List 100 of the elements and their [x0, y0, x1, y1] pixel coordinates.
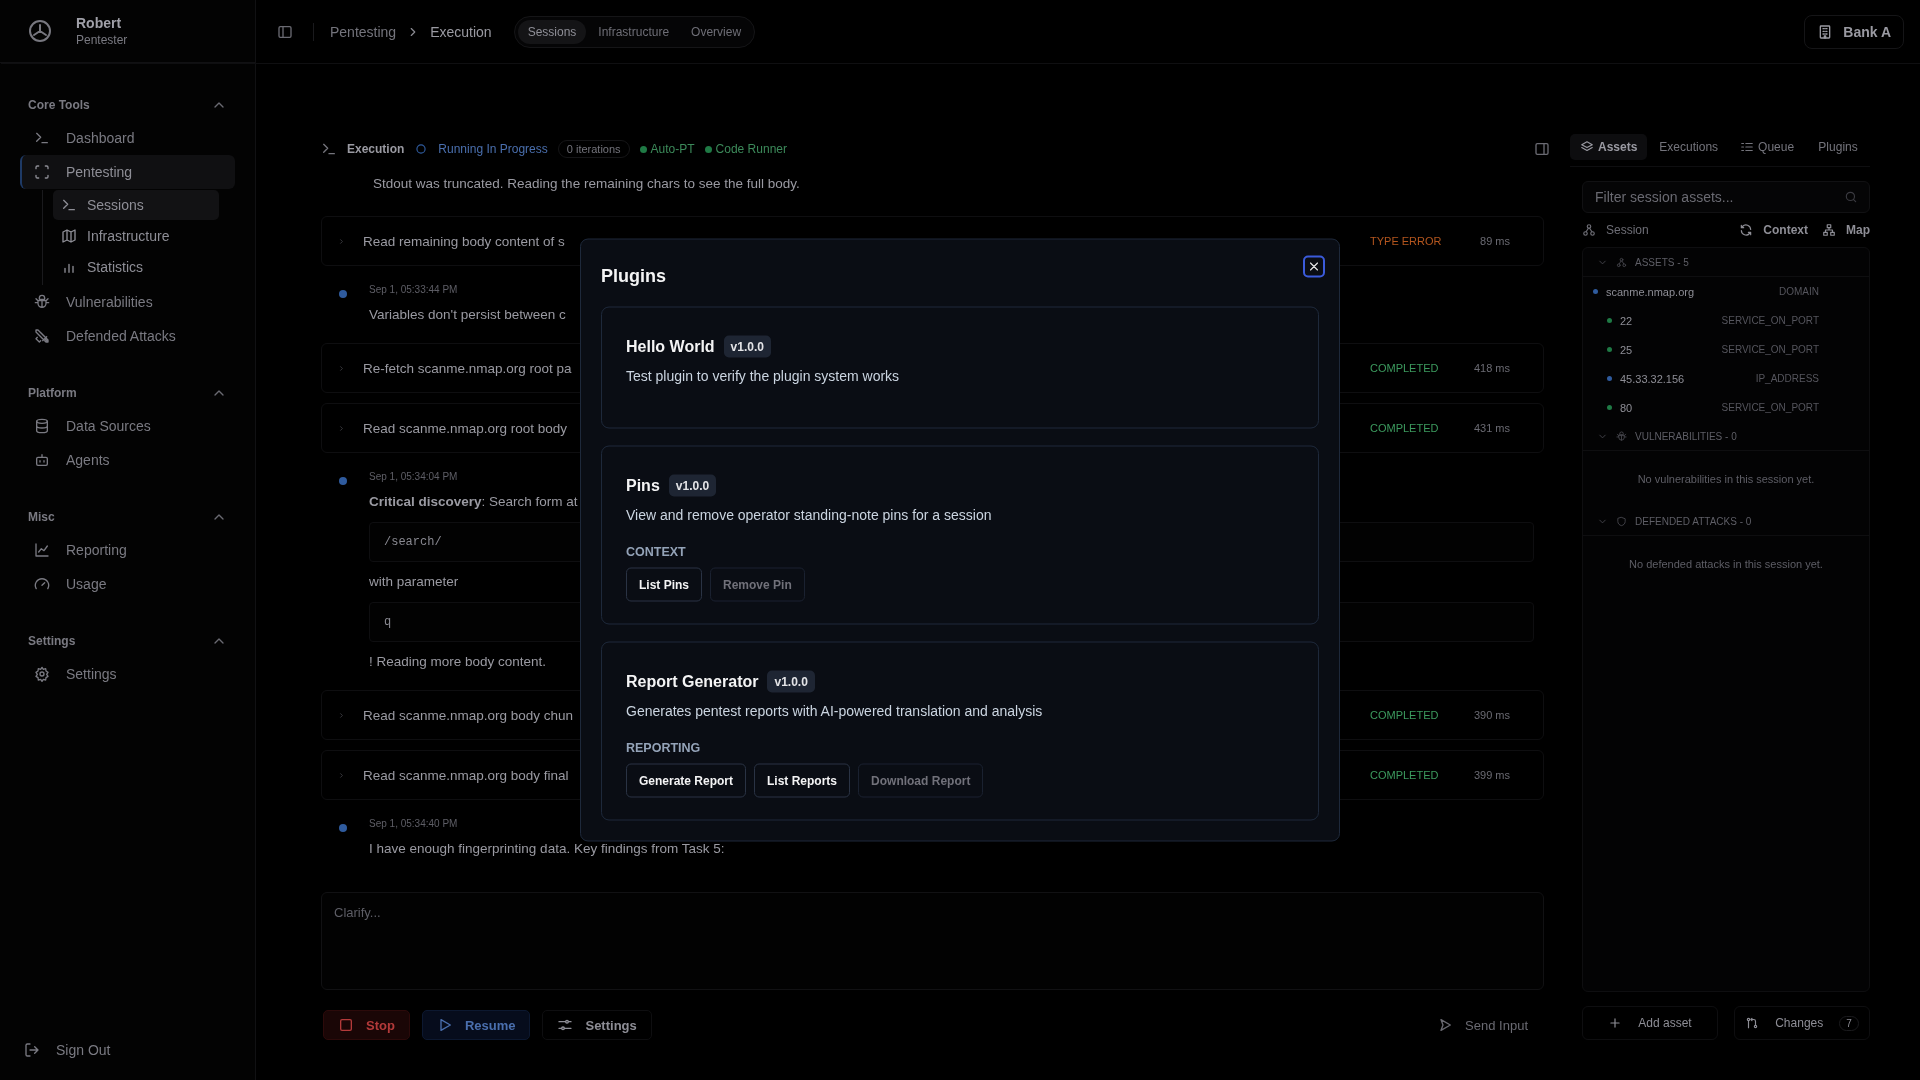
- plugin-description: View and remove operator standing-note pins for a session: [626, 506, 993, 523]
- plugin-name: Report Generator: [626, 672, 759, 691]
- message-dot-icon: [339, 477, 347, 485]
- terminal-icon: [321, 141, 337, 157]
- user-role: Pentester: [76, 33, 128, 47]
- search-icon: [1844, 190, 1858, 204]
- toolbar-button[interactable]: Session: [1582, 223, 1649, 237]
- panel-tab[interactable]: Queue: [1730, 134, 1805, 160]
- settings-button[interactable]: Settings: [542, 1010, 652, 1040]
- nav-icon: [34, 130, 50, 146]
- sidebar-item[interactable]: Usage: [20, 567, 235, 601]
- sign-out-icon: [24, 1042, 40, 1058]
- sidebar-item[interactable]: Dashboard: [20, 121, 235, 155]
- refresh-icon: [1739, 223, 1754, 237]
- message-text: Critical discovery: Search form at: [369, 493, 578, 511]
- empty-message: No vulnerabilities in this session yet.: [1636, 473, 1816, 485]
- section-title: Platform: [28, 386, 77, 400]
- tool-status: COMPLETED: [1370, 422, 1440, 434]
- asset-row[interactable]: scanme.nmap.org DOMAIN: [1583, 277, 1869, 306]
- tool-status: COMPLETED: [1370, 362, 1440, 374]
- sidebar-item[interactable]: Pentesting: [20, 155, 235, 189]
- panel-title: Execution: [347, 142, 405, 156]
- breadcrumb-item[interactable]: Pentesting: [330, 23, 397, 40]
- shield-icon: [1616, 515, 1627, 527]
- section-title: DEFENDED ATTACKS - 0: [1635, 515, 1752, 527]
- user-name: Robert: [76, 15, 123, 31]
- tool-call-title: Read scanme.nmap.org root body: [363, 420, 568, 436]
- nav-icon: [34, 666, 50, 682]
- list-icon: [1740, 140, 1755, 154]
- asset-row[interactable]: 22 SERVICE_ON_PORT: [1583, 306, 1869, 335]
- clarify-input[interactable]: Clarify...: [321, 892, 1544, 990]
- nav-icon: [34, 164, 50, 180]
- send-icon: [1437, 1017, 1454, 1033]
- resume-button[interactable]: Resume: [421, 1010, 531, 1040]
- dialog-title: Plugins: [601, 265, 666, 286]
- asset-type: DOMAIN: [1779, 286, 1819, 297]
- version-badge: v1.0.0: [723, 335, 771, 358]
- mode-badge: Code Runner: [704, 142, 787, 156]
- sidebar-subitem[interactable]: Infrastructure: [53, 221, 219, 251]
- nav-icon: [34, 418, 50, 434]
- plugin-name: Pins: [626, 476, 660, 495]
- nav-icon: [61, 228, 77, 244]
- tool-duration: 418 ms: [1472, 362, 1510, 374]
- asset-name: scanme.nmap.org: [1606, 285, 1695, 298]
- tool-status: COMPLETED: [1370, 709, 1440, 721]
- add-asset-button[interactable]: Add asset: [1582, 1006, 1718, 1040]
- send-input-button[interactable]: Send Input: [1423, 1010, 1542, 1040]
- message-dot-icon: [339, 824, 347, 832]
- plus-icon: [1608, 1016, 1623, 1030]
- asset-row[interactable]: 25 SERVICE_ON_PORT: [1583, 335, 1869, 364]
- sidebar-item[interactable]: Settings: [20, 657, 235, 691]
- message-time: Sep 1, 05:33:44 PM: [369, 284, 458, 295]
- asset-name: 80: [1620, 401, 1633, 414]
- sidebar-item[interactable]: Defended Attacks: [20, 319, 235, 353]
- sidebar-subitem[interactable]: Sessions: [53, 190, 219, 220]
- view-tab[interactable]: Infrastructure: [588, 19, 680, 44]
- plugin-description: Generates pentest reports with AI-powered translation and analysis: [626, 702, 1044, 719]
- stop-button[interactable]: Stop: [323, 1010, 410, 1040]
- close-button[interactable]: [1303, 255, 1325, 278]
- organization-button[interactable]: Bank A: [1804, 14, 1904, 49]
- message-time: Sep 1, 05:34:04 PM: [369, 471, 458, 482]
- view-tab[interactable]: Overview: [681, 19, 752, 44]
- tool-duration: 431 ms: [1472, 422, 1510, 434]
- panel-icon: [1534, 141, 1550, 157]
- tool-call-title: Read remaining body content of s: [363, 233, 565, 249]
- panel-tab[interactable]: Executions: [1649, 134, 1729, 160]
- nav-icon: [34, 294, 50, 310]
- section-title: ASSETS - 5: [1635, 256, 1689, 268]
- sidebar-item[interactable]: Vulnerabilities: [20, 285, 235, 319]
- message-dot-icon: [339, 290, 347, 298]
- sitemap-icon: [1822, 223, 1836, 237]
- branch-icon: [1745, 1016, 1760, 1030]
- filter-field[interactable]: Filter session assets...: [1582, 181, 1870, 213]
- panel-tab[interactable]: Assets: [1570, 134, 1648, 160]
- mode-badge: Auto-PT: [639, 142, 695, 156]
- panel-tab[interactable]: Plugins: [1806, 134, 1870, 160]
- status-icon: [414, 142, 429, 156]
- version-badge: v1.0.0: [668, 474, 717, 497]
- asset-row[interactable]: 45.33.32.156 IP_ADDRESS: [1583, 364, 1869, 393]
- tool-duration: 89 ms: [1479, 235, 1510, 247]
- nav-icon: [34, 452, 50, 468]
- sign-out-button[interactable]: Sign Out: [24, 1038, 255, 1062]
- logo-icon: [28, 19, 52, 43]
- message-text: ! Reading more body content.: [369, 653, 547, 671]
- layers-icon: [1580, 140, 1594, 154]
- toolbar-button[interactable]: Map: [1822, 223, 1870, 237]
- section-title: Core Tools: [28, 98, 90, 112]
- sidebar-subitem[interactable]: Statistics: [53, 252, 219, 282]
- view-tab[interactable]: Sessions: [517, 19, 587, 44]
- sidebar-item[interactable]: Agents: [20, 443, 235, 477]
- sidebar-item[interactable]: Data Sources: [20, 409, 235, 443]
- asset-row[interactable]: 80 SERVICE_ON_PORT: [1583, 393, 1869, 422]
- tool-call-title: Read scanme.nmap.org body final: [363, 767, 569, 783]
- close-icon: [1307, 259, 1321, 274]
- section-title: VULNERABILITIES - 0: [1635, 430, 1737, 442]
- sidebar-item[interactable]: Reporting: [20, 533, 235, 567]
- run-status: Running In Progress: [438, 142, 548, 156]
- changes-button[interactable]: Changes 7: [1734, 1006, 1870, 1040]
- bug-icon: [1616, 430, 1627, 442]
- toolbar-button[interactable]: Context: [1739, 223, 1808, 237]
